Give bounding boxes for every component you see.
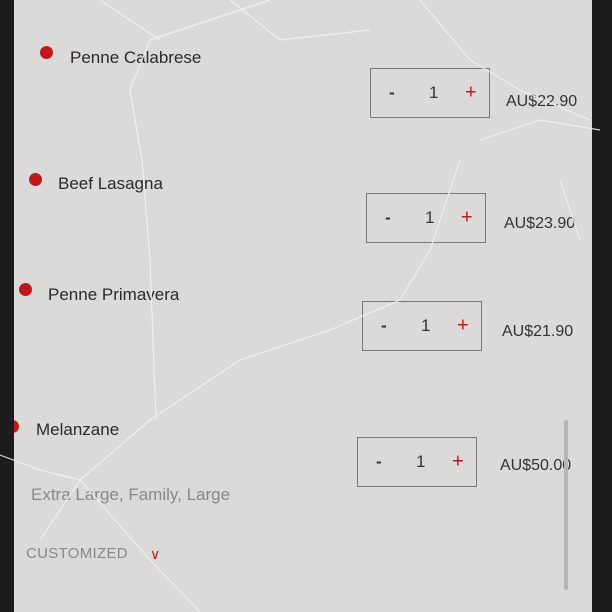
customized-toggle[interactable]: CUSTOMIZED <box>26 545 128 562</box>
chevron-down-icon[interactable]: ∨ <box>150 546 160 563</box>
bullet-dot-icon <box>40 46 53 59</box>
item-name: Penne Primavera <box>48 285 180 304</box>
decrement-button[interactable]: - <box>381 316 387 336</box>
increment-button[interactable]: + <box>461 207 473 230</box>
quantity-stepper[interactable]: - 1 + <box>370 68 490 118</box>
increment-button[interactable]: + <box>457 315 469 338</box>
bullet-dot-icon <box>19 283 32 296</box>
bullet-dot-icon <box>29 173 42 186</box>
bullet-dot-icon <box>14 420 19 433</box>
item-price: AU$21.90 <box>502 323 574 340</box>
item-name: Beef Lasagna <box>58 174 163 193</box>
item-price: AU$23.90 <box>504 215 576 232</box>
quantity-value: 1 <box>416 452 426 471</box>
item-options: Extra Large, Family, Large <box>31 485 231 504</box>
decrement-button[interactable]: - <box>376 452 382 472</box>
item-price: AU$50.00 <box>500 457 572 474</box>
quantity-stepper[interactable]: - 1 + <box>366 193 486 243</box>
quantity-value: 1 <box>429 83 439 102</box>
increment-button[interactable]: + <box>452 451 464 474</box>
item-price: AU$22.90 <box>506 93 578 110</box>
increment-button[interactable]: + <box>465 82 477 105</box>
scrollbar[interactable] <box>564 420 568 590</box>
decrement-button[interactable]: - <box>389 83 395 103</box>
cart-screen: Penne Calabrese - 1 + AU$22.90 Beef Lasa… <box>14 0 592 612</box>
quantity-stepper[interactable]: - 1 + <box>357 437 477 487</box>
quantity-value: 1 <box>421 316 431 335</box>
quantity-value: 1 <box>425 208 435 227</box>
item-name: Penne Calabrese <box>70 48 202 67</box>
item-name: Melanzane <box>36 420 120 439</box>
decrement-button[interactable]: - <box>385 208 391 228</box>
quantity-stepper[interactable]: - 1 + <box>362 301 482 351</box>
